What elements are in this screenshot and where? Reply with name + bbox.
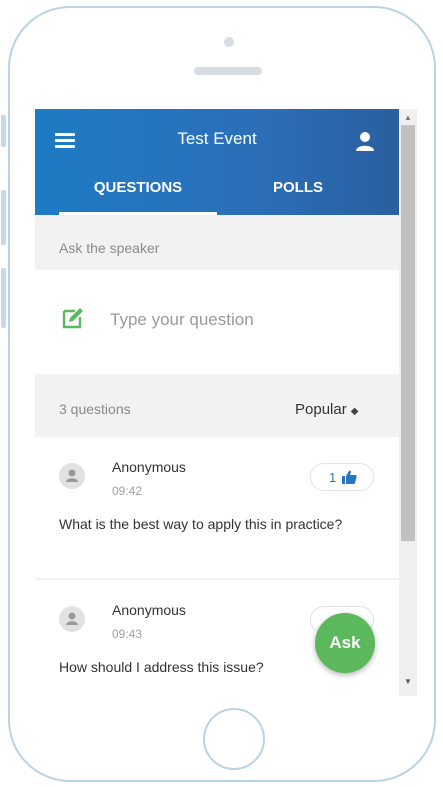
scroll-thumb[interactable]: [401, 125, 415, 541]
sort-label: Popular: [295, 401, 347, 418]
side-button: [1, 190, 6, 245]
tab-polls[interactable]: POLLS: [243, 179, 353, 196]
user-icon[interactable]: [353, 129, 377, 153]
sort-dropdown[interactable]: Popular ◆: [295, 401, 358, 418]
question-text: How should I address this issue?: [59, 659, 264, 675]
scroll-up-arrow[interactable]: ▲: [404, 113, 412, 122]
scrollbar[interactable]: ▲ ▼: [399, 109, 417, 696]
question-time: 09:43: [112, 627, 143, 641]
active-tab-indicator: [59, 212, 217, 215]
question-time: 09:42: [112, 484, 143, 498]
avatar-icon: [59, 463, 85, 489]
thumbs-up-icon: [342, 470, 357, 484]
tab-questions[interactable]: QUESTIONS: [59, 179, 217, 196]
question-count: 3 questions: [59, 401, 131, 417]
like-button[interactable]: 1: [310, 463, 374, 491]
question-card: Anonymous 09:42 1 What is the best way t…: [35, 437, 399, 578]
sort-icon: ◆: [350, 406, 359, 417]
question-author: Anonymous: [112, 602, 186, 618]
ask-button[interactable]: Ask: [315, 613, 375, 673]
camera-icon: [224, 37, 234, 47]
app-header: Test Event QUESTIONS POLLS: [35, 109, 399, 215]
ask-speaker-label: Ask the speaker: [59, 240, 160, 256]
home-button[interactable]: [203, 708, 265, 770]
question-input-card[interactable]: Type your question: [35, 270, 399, 374]
edit-icon: [61, 306, 85, 330]
avatar-icon: [59, 606, 85, 632]
app-screen: Test Event QUESTIONS POLLS Ask the speak…: [35, 109, 399, 696]
side-button: [1, 115, 6, 147]
side-button: [1, 268, 6, 328]
question-author: Anonymous: [112, 459, 186, 475]
question-text: What is the best way to apply this in pr…: [59, 516, 343, 532]
question-input[interactable]: Type your question: [110, 310, 254, 330]
like-count: 1: [329, 470, 337, 485]
scroll-down-arrow[interactable]: ▼: [404, 677, 412, 686]
speaker-grill: [194, 67, 262, 75]
event-title: Test Event: [177, 129, 257, 148]
